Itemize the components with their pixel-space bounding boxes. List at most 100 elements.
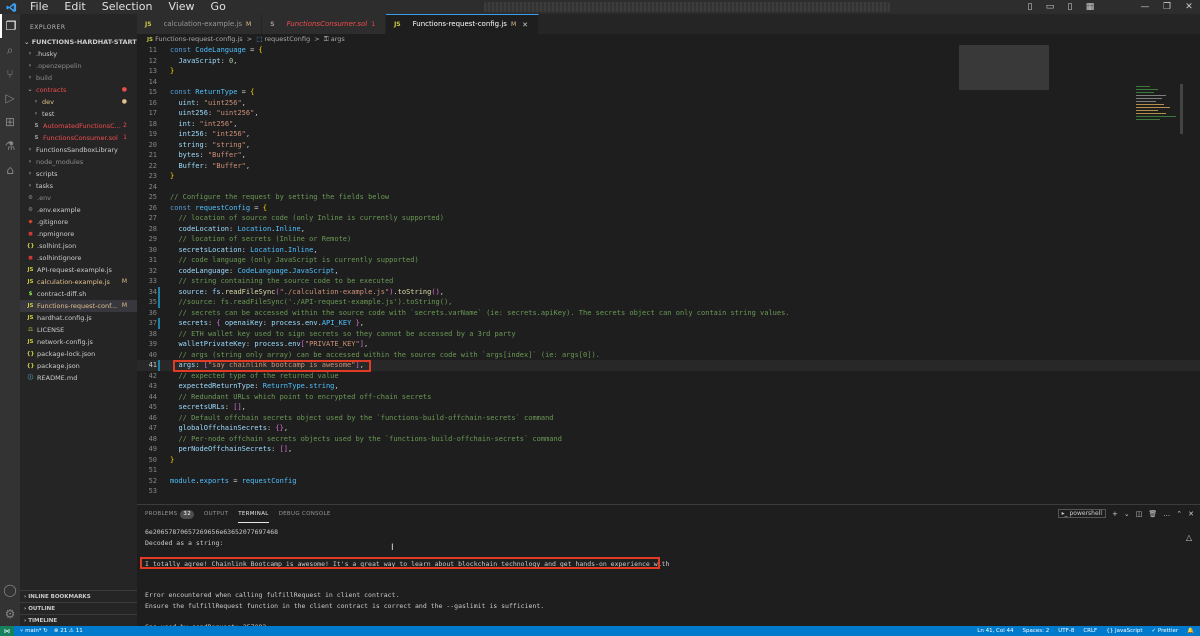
file-tree-item[interactable]: $ contract-diff.sh xyxy=(20,288,137,300)
editor-tab[interactable]: S FunctionsConsumer.sol 1 xyxy=(262,14,387,34)
file-tree-item[interactable]: ⓘ README.md xyxy=(20,372,137,384)
code-line: 26 const requestConfig = { xyxy=(137,203,1200,214)
close-panel-icon[interactable]: ✕ xyxy=(1188,510,1194,518)
panel-tab-debug-console[interactable]: DEBUG CONSOLE xyxy=(279,505,331,523)
file-tree-item[interactable]: {} package-lock.json xyxy=(20,348,137,360)
encoding[interactable]: UTF-8 xyxy=(1058,628,1074,634)
extensions-icon[interactable]: ⊞ xyxy=(0,110,20,134)
split-terminal-icon[interactable]: ◫ xyxy=(1136,510,1143,518)
restore-icon[interactable]: ❐ xyxy=(1156,0,1178,14)
editor-tab[interactable]: JS calculation-example.js M xyxy=(137,14,263,34)
branch-name: main* xyxy=(25,628,42,634)
file-tree-item[interactable]: › .openzeppelin xyxy=(20,60,137,72)
code-editor[interactable]: 11 const CodeLanguage = {12 JavaScript: 0… xyxy=(137,45,1200,500)
account-icon[interactable]: ◯ xyxy=(0,578,20,602)
line-ending[interactable]: CRLF xyxy=(1083,628,1097,634)
file-tree-item[interactable]: {} package.json xyxy=(20,360,137,372)
line-number: 51 xyxy=(148,466,157,474)
trash-icon[interactable]: 🗑 xyxy=(1148,510,1157,518)
problems-count[interactable]: ⊗ 21 ⚠ 11 xyxy=(54,628,83,634)
panel-tab-problems[interactable]: PROBLEMS 32 xyxy=(145,505,195,523)
code-line-text: Buffer: "Buffer", xyxy=(178,161,251,170)
file-tree-item[interactable]: ◼ .solhintignore xyxy=(20,252,137,264)
minimap[interactable] xyxy=(1128,84,1188,134)
sidebar-section-inline-bookmarks[interactable]: › INLINE BOOKMARKS xyxy=(20,590,137,602)
file-tree-item[interactable]: S FunctionsConsumer.sol 1 xyxy=(20,132,137,144)
menu-item-go[interactable]: Go xyxy=(203,0,234,14)
cursor-position[interactable]: Ln 41, Col 44 xyxy=(977,628,1013,634)
file-tree-item[interactable]: ⚙ .env xyxy=(20,192,137,204)
file-tree-item[interactable]: {} .solhint.json xyxy=(20,240,137,252)
language-mode[interactable]: {} JavaScript xyxy=(1106,628,1142,634)
line-number: 40 xyxy=(148,350,157,359)
breadcrumb-symbol[interactable]: args xyxy=(331,35,345,43)
code-line-text: } xyxy=(170,172,175,180)
js-file-icon: JS xyxy=(147,37,154,43)
project-root[interactable]: ⌄ FUNCTIONS-HARDHAT-STARTER-... xyxy=(20,36,137,48)
line-number: 13 xyxy=(148,67,157,75)
file-tree-item[interactable]: › FunctionsSandboxLibrary xyxy=(20,144,137,156)
terminal-shell-selector[interactable]: ▸_ powershell xyxy=(1057,509,1106,518)
minimize-icon[interactable]: — xyxy=(1134,0,1156,14)
breadcrumb-symbol[interactable]: requestConfig xyxy=(265,35,311,43)
file-tree-item[interactable]: JS API-request-example.js xyxy=(20,264,137,276)
menu-item-file[interactable]: File xyxy=(22,0,56,14)
breadcrumb-file[interactable]: Functions-request-config.js xyxy=(155,35,243,43)
toggle-panel-icon[interactable]: ▭ xyxy=(1040,0,1060,14)
code-line-text: source: fs.readFileSync("./calculation-e… xyxy=(178,287,445,296)
file-tree-item[interactable]: › tasks xyxy=(20,180,137,192)
testing-icon[interactable]: ⚗ xyxy=(0,134,20,158)
toggle-sidebar-icon[interactable]: ▯ xyxy=(1020,0,1040,14)
file-tree-item[interactable]: JS hardhat.config.js xyxy=(20,312,137,324)
file-tree-item[interactable]: ⚖ LICENSE xyxy=(20,324,137,336)
file-tree-item[interactable]: JS network-config.js xyxy=(20,336,137,348)
sidebar-section-timeline[interactable]: › TIMELINE xyxy=(20,614,137,626)
file-tree-item[interactable]: › test xyxy=(20,108,137,120)
file-tree-item[interactable]: ⌄ contracts ● xyxy=(20,84,137,96)
run-debug-icon[interactable]: ▷ xyxy=(0,86,20,110)
file-tree-item[interactable]: ◼ .npmignore xyxy=(20,228,137,240)
close-tab-icon[interactable]: ✕ xyxy=(522,21,528,29)
file-tree-item[interactable]: › .husky xyxy=(20,48,137,60)
prettier-status[interactable]: ✓ Prettier xyxy=(1152,628,1179,634)
indentation[interactable]: Spaces: 2 xyxy=(1023,628,1050,634)
file-tree-item[interactable]: › build xyxy=(20,72,137,84)
remote-indicator-icon[interactable]: ⋈ xyxy=(0,626,14,636)
file-tree-item[interactable]: ⚙ .env.example xyxy=(20,204,137,216)
chevron-up-icon[interactable]: ⌃ xyxy=(1176,510,1182,518)
panel-tab-terminal[interactable]: TERMINAL xyxy=(238,505,269,523)
chevron-down-icon[interactable]: ⌄ xyxy=(1124,510,1130,518)
file-tree-item-label: scripts xyxy=(36,170,58,178)
manage-gear-icon[interactable]: ⚙ xyxy=(0,602,20,626)
customize-layout-icon[interactable]: ▦ xyxy=(1080,0,1100,14)
file-tree-item[interactable]: › scripts xyxy=(20,168,137,180)
toggle-secondary-sidebar-icon[interactable]: ▯ xyxy=(1060,0,1080,14)
sidebar-section-outline[interactable]: › OUTLINE xyxy=(20,602,137,614)
source-control-icon[interactable]: ⑂ xyxy=(0,62,20,86)
explorer-icon[interactable]: ❐ xyxy=(0,14,20,38)
file-tree-item[interactable]: › dev ● xyxy=(20,96,137,108)
git-branch[interactable]: ⑂ main* ↻ xyxy=(20,628,48,634)
close-icon[interactable]: ✕ xyxy=(1178,0,1200,14)
terminal-output[interactable]: 6e20657870657269656e63652077697468 Decode… xyxy=(137,527,1200,632)
bookmarks-icon[interactable]: ⌂ xyxy=(0,158,20,182)
file-tree-item[interactable]: S AutomatedFunctionsC... 2 xyxy=(20,120,137,132)
panel-tab-output[interactable]: OUTPUT xyxy=(204,505,228,523)
new-terminal-icon[interactable]: + xyxy=(1112,510,1118,518)
editor-tab[interactable]: JS Functions-request-config.js M ✕ xyxy=(386,14,540,34)
search-icon[interactable]: ⌕ xyxy=(0,38,20,62)
file-tree-item[interactable]: ◆ .gitignore xyxy=(20,216,137,228)
more-actions-icon[interactable]: … xyxy=(1163,510,1170,518)
notifications-bell-icon[interactable]: 🔔 xyxy=(1187,628,1194,634)
file-tree-item[interactable]: JS Functions-request-conf... M xyxy=(20,300,137,312)
file-tree-item[interactable]: JS calculation-example.js M xyxy=(20,276,137,288)
command-center[interactable] xyxy=(484,2,890,12)
minimap-slider[interactable] xyxy=(959,45,1049,90)
file-tree-item[interactable]: › node_modules xyxy=(20,156,137,168)
menu-item-view[interactable]: View xyxy=(160,0,202,14)
chevron-down-icon: ⌄ xyxy=(27,86,33,93)
menu-item-edit[interactable]: Edit xyxy=(56,0,93,14)
menu-item-selection[interactable]: Selection xyxy=(94,0,161,14)
line-number: 42 xyxy=(148,371,157,380)
